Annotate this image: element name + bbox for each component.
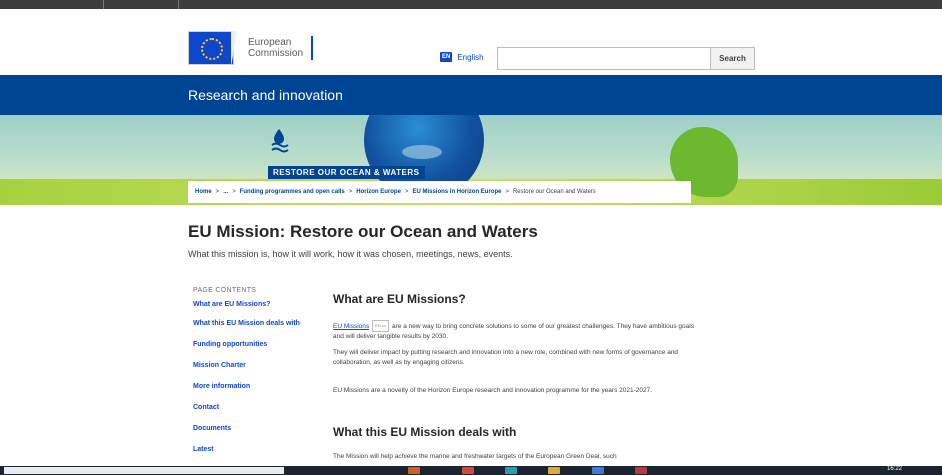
os-taskbar: 16:22	[0, 466, 942, 475]
breadcrumb-eu-missions[interactable]: EU Missions in Horizon Europe	[412, 189, 501, 195]
paragraph-2: They will deliver impact by putting rese…	[333, 349, 679, 366]
chevron-right-icon: >	[348, 189, 353, 195]
page-subtitle: What this mission is, how it will work, …	[188, 249, 513, 259]
toc-item-what-are-missions[interactable]: What are EU Missions?	[193, 300, 313, 310]
eu-missions-link[interactable]: EU Missions	[333, 323, 369, 330]
taskbar-app-icon[interactable]	[635, 467, 647, 474]
chevron-right-icon: >	[505, 189, 509, 195]
site-title-band: Research and innovation	[0, 75, 942, 115]
taskbar-clock[interactable]: 16:22	[887, 466, 902, 472]
site-search: Search	[497, 47, 755, 70]
page-title: EU Mission: Restore our Ocean and Waters	[188, 222, 538, 241]
browser-tab-divider	[103, 0, 104, 9]
logo-divider	[311, 36, 314, 60]
language-label: English	[457, 52, 484, 62]
page-contents-nav: What are EU Missions? What this EU Missi…	[193, 300, 313, 455]
breadcrumb-funding[interactable]: Funding programmes and open calls	[240, 189, 345, 195]
language-selector[interactable]: EN English	[440, 52, 484, 62]
language-code-badge: EN	[440, 52, 453, 62]
toc-item-contact[interactable]: Contact	[193, 403, 313, 413]
search-button[interactable]: Search	[710, 48, 754, 69]
breadcrumb-home[interactable]: Home	[195, 189, 212, 195]
ec-logo[interactable]: European Commission	[188, 31, 314, 67]
browser-tab-divider	[178, 0, 179, 9]
breadcrumb: Home > ... > Funding programmes and open…	[188, 181, 691, 203]
language-availability-icon[interactable]: EN •••	[372, 320, 389, 332]
section-title-what-are-missions: What are EU Missions?	[333, 292, 466, 306]
browser-top-strip	[0, 0, 942, 9]
chevron-right-icon: >	[232, 189, 236, 195]
taskbar-app-icon[interactable]	[548, 467, 560, 474]
taskbar-app-icon[interactable]	[505, 467, 517, 474]
paragraph-1: EU Missions EN ••• are a new way to bring …	[333, 320, 698, 342]
search-input[interactable]	[498, 48, 710, 69]
breadcrumb-ellipsis[interactable]: ...	[223, 189, 228, 195]
eu-flag-icon	[188, 31, 237, 67]
site-title[interactable]: Research and innovation	[188, 87, 343, 103]
toc-item-mission-charter[interactable]: Mission Charter	[193, 361, 313, 371]
paragraph-4: The Mission will help achieve the marine…	[333, 453, 617, 460]
logo-line-2: Commission	[248, 48, 304, 59]
toc-item-funding[interactable]: Funding opportunities	[193, 340, 313, 350]
toc-item-what-mission-deals-with[interactable]: What this EU Mission deals with	[193, 319, 303, 329]
toc-item-documents[interactable]: Documents	[193, 424, 313, 434]
mission-badge-label: RESTORE OUR OCEAN & WATERS	[268, 166, 425, 179]
fish-school-image	[402, 145, 442, 159]
taskbar-app-icon[interactable]	[592, 467, 604, 474]
chevron-right-icon: >	[404, 189, 409, 195]
breadcrumb-horizon-europe[interactable]: Horizon Europe	[356, 189, 401, 195]
taskbar-search[interactable]	[4, 467, 284, 474]
chevron-right-icon: >	[215, 189, 220, 195]
section-title-what-mission-deals-with: What this EU Mission deals with	[333, 425, 517, 439]
taskbar-app-icon[interactable]	[408, 467, 420, 474]
taskbar-app-icon[interactable]	[462, 467, 474, 474]
water-drop-icon	[271, 129, 289, 153]
page-contents-label: PAGE CONTENTS	[193, 287, 257, 294]
breadcrumb-current: Restore our Ocean and Waters	[512, 189, 596, 195]
logo-text: European Commission	[248, 37, 303, 59]
logo-line-1: European	[248, 37, 292, 48]
toc-item-latest[interactable]: Latest	[193, 445, 313, 455]
paragraph-3: EU Missions are a novelty of the Horizon…	[333, 387, 653, 394]
toc-item-more-information[interactable]: More information	[193, 382, 313, 392]
site-header: European Commission EN English Search	[0, 9, 942, 75]
